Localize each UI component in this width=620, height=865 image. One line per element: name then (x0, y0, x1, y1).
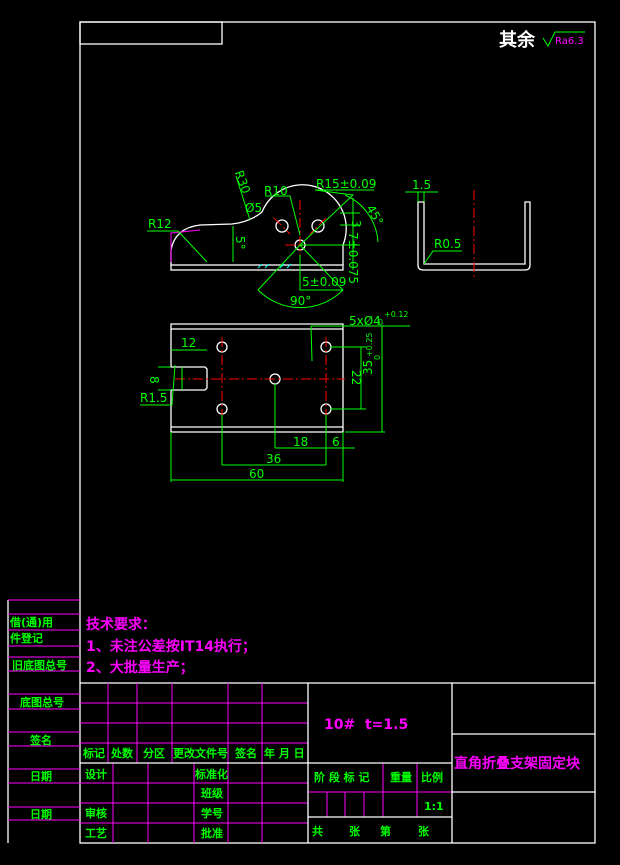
strip-label: 件登记 (10, 631, 43, 645)
header-col: 更改文件号 (173, 746, 228, 760)
dim-r15: R15±0.09 (316, 177, 376, 191)
dim-90deg: 90° (290, 294, 311, 308)
dim-d5: Ø5 (245, 201, 262, 215)
technical-requirements: 技术要求： 1、未注公差按IT14执行； 2、大批量生产； (86, 616, 256, 676)
cad-drawing: 其余 Ra6.3 R12 R30 Ø5 R10 R15±0.09 3 45° 5… (7, 21, 596, 844)
plan-view: 5xØ4 +0.12 0 12 8 R1.5 22 35 +0.25 0 18 … (140, 310, 410, 482)
tech-item: 2、大批量生产； (86, 659, 194, 676)
dim-holes-tol: +0.12 (384, 310, 409, 319)
tech-item: 1、未注公差按IT14执行； (86, 638, 256, 655)
dim-5tol: 5±0.09 (302, 275, 346, 289)
stage-col: 比例 (421, 770, 443, 784)
row-label: 批准 (201, 826, 223, 840)
dim-r1-5: R1.5 (140, 391, 167, 405)
dim-12: 12 (181, 336, 196, 350)
header-col: 年 月 日 (264, 746, 305, 760)
sheets-label: 共 (312, 824, 323, 838)
dim-18: 18 (293, 435, 308, 449)
roughness-label: 其余 (499, 29, 536, 51)
dim-holes-tol0: 0 (378, 318, 383, 327)
header-col: 标记 (82, 746, 105, 760)
dim-holes: 5xØ4 (349, 314, 381, 328)
dim-3: 3 (349, 220, 363, 228)
dim-7: 7±0.075 (346, 232, 360, 284)
title-block: 标记 处数 分区 更改文件号 签名 年 月 日 设计 标准化 班级 审核 学号 … (80, 682, 595, 843)
strip-label: 日期 (30, 769, 52, 783)
sheets-label: 张 (418, 824, 430, 838)
dim-r30: R30 (232, 168, 253, 195)
left-strip: 借(通)用 件登记 旧底图总号 底图总号 签名 日期 日期 (7, 599, 80, 843)
header-col: 分区 (143, 746, 165, 760)
part-name: 直角折叠支架固定块 (454, 755, 581, 772)
row-label: 标准化 (194, 767, 228, 781)
dim-60: 60 (249, 467, 264, 481)
dim-thickness: 1.5 (412, 178, 431, 192)
row-label: 学号 (201, 806, 223, 820)
stage-col: 阶 段 标 记 (314, 770, 370, 784)
tech-title: 技术要求： (86, 616, 156, 633)
dim-6: 6 (332, 435, 340, 449)
dim-36: 36 (266, 452, 281, 466)
dim-r12: R12 (148, 217, 172, 231)
dim-35-tol0: 0 (373, 355, 382, 360)
side-view: 1.5 R0.5 (405, 178, 531, 280)
row-label: 工艺 (85, 826, 107, 840)
roughness-value: Ra6.3 (555, 36, 584, 47)
dim-35: 35 (361, 360, 375, 375)
stage-col: 重量 (390, 770, 412, 784)
header-col: 处数 (110, 746, 134, 760)
material: 10# t=1.5 (324, 717, 408, 733)
strip-label: 底图总号 (20, 695, 64, 709)
dim-35-tol: +0.25 (365, 332, 374, 357)
strip-label: 签名 (29, 733, 52, 747)
roughness-note: 其余 Ra6.3 (499, 29, 585, 51)
dim-8: 8 (147, 376, 161, 384)
dim-5deg: 5° (233, 236, 247, 250)
row-label: 设计 (85, 767, 107, 781)
row-label: 班级 (201, 786, 224, 800)
row-label: 审核 (85, 806, 107, 820)
sheets-label: 第 (380, 824, 391, 838)
scale-value: 1:1 (424, 800, 444, 813)
dim-r05: R0.5 (434, 237, 461, 251)
header-col: 签名 (234, 746, 257, 760)
dim-r10: R10 (264, 184, 288, 198)
strip-label: 日期 (30, 807, 52, 821)
sheets-label: 张 (349, 824, 361, 838)
strip-label: 借(通)用 (9, 615, 53, 629)
strip-label: 旧底图总号 (12, 658, 67, 672)
front-view: R12 R30 Ø5 R10 R15±0.09 3 45° 5° 7±0.075… (147, 168, 386, 309)
dim-45deg: 45° (363, 203, 386, 228)
